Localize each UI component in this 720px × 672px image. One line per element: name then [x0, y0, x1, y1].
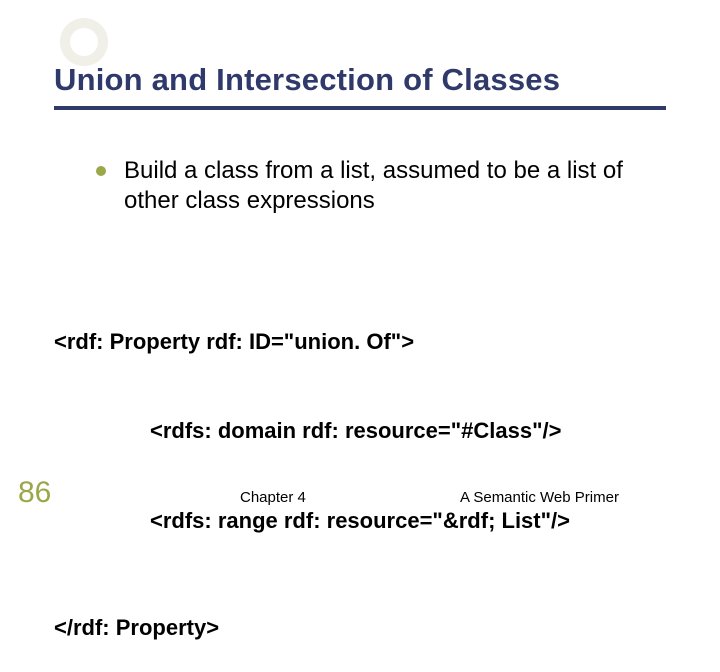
bullet-text: Build a class from a list, assumed to be… — [124, 156, 672, 216]
slide-number: 86 — [18, 476, 51, 510]
code-line-2: <rdfs: domain rdf: resource="#Class"/> — [150, 416, 570, 446]
slide-title: Union and Intersection of Classes — [54, 62, 680, 104]
footer-chapter: Chapter 4 — [240, 489, 306, 506]
bullet-item: Build a class from a list, assumed to be… — [96, 156, 672, 216]
title-underline — [54, 106, 666, 110]
footer-book-title: A Semantic Web Primer — [460, 489, 619, 506]
decorative-ring-icon — [60, 18, 108, 66]
code-block: <rdf: Property rdf: ID="union. Of"> <rdf… — [54, 268, 570, 672]
title-block: Union and Intersection of Classes — [54, 62, 680, 110]
bullet-dot-icon — [96, 166, 106, 176]
code-line-3: <rdfs: range rdf: resource="&rdf; List"/… — [150, 506, 570, 536]
code-line-1: <rdf: Property rdf: ID="union. Of"> — [54, 327, 570, 357]
code-line-4: </rdf: Property> — [54, 613, 570, 643]
